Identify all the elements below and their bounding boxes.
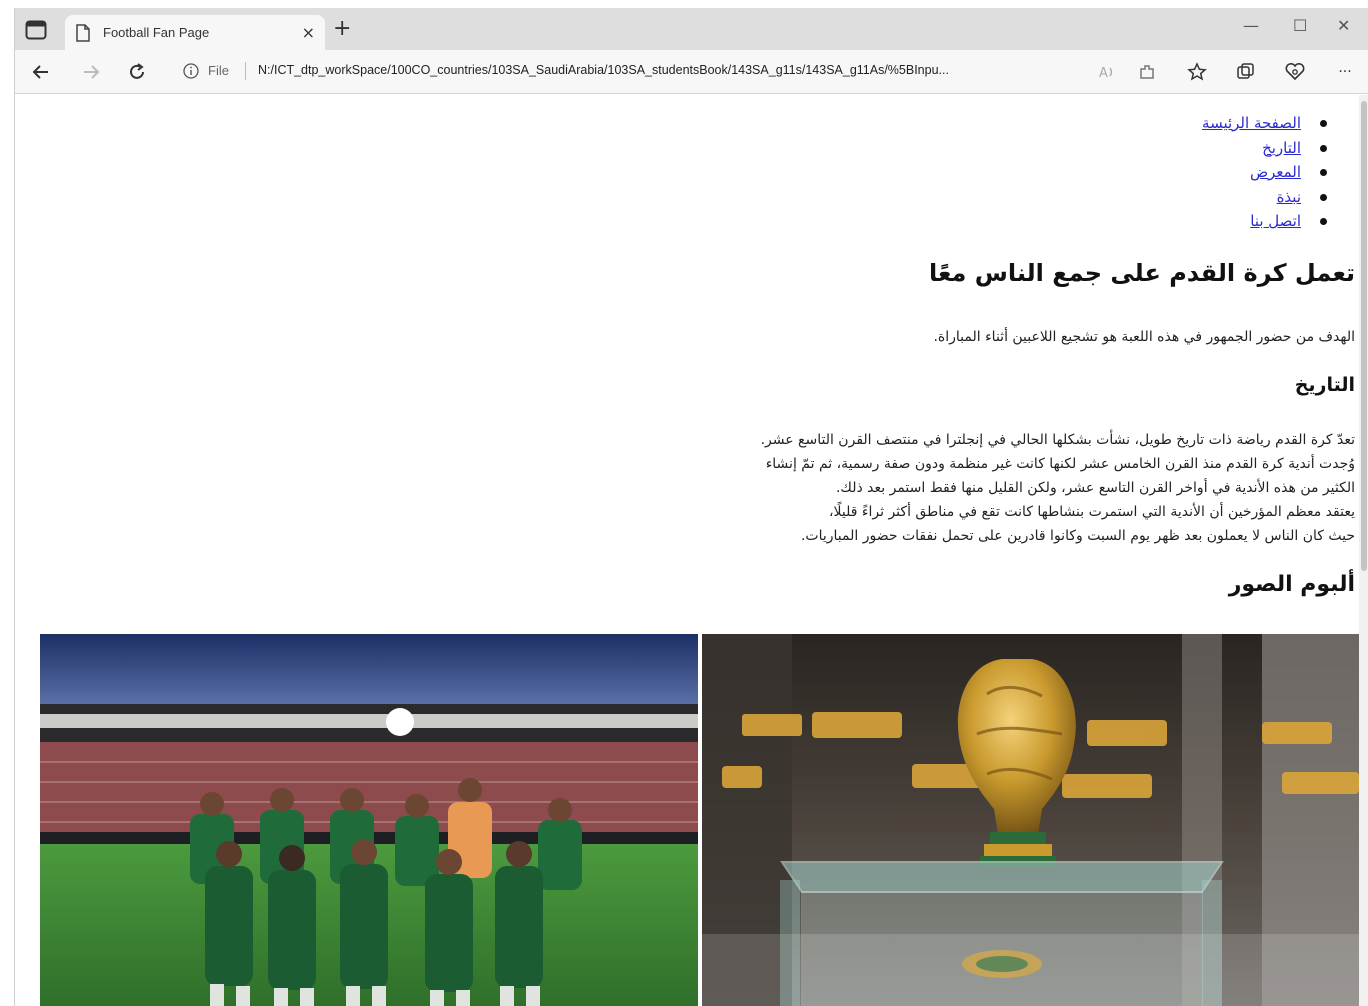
tab-title: Football Fan Page (103, 25, 210, 40)
browser-toolbar: File N:/ICT_dtp_workSpace/100CO_countrie… (15, 50, 1368, 94)
back-arrow-icon[interactable] (27, 58, 55, 86)
page-title: تعمل كرة القدم على جمع الناس معًا (928, 259, 1355, 287)
minimize-button[interactable]: — (1243, 16, 1259, 35)
team-photo (40, 634, 698, 1006)
address-bar[interactable]: N:/ICT_dtp_workSpace/100CO_countries/103… (258, 63, 1078, 77)
nav-link-contact[interactable]: اتصل بنا (1250, 212, 1301, 230)
album-heading: ألبوم الصور (1228, 572, 1355, 597)
info-icon[interactable] (183, 63, 199, 79)
nav-link-home[interactable]: الصفحة الرئيسة (1202, 114, 1301, 132)
history-line: حيث كان الناس لا يعملون بعد ظهر يوم السب… (800, 528, 1355, 544)
more-menu-button[interactable]: ··· (1331, 58, 1359, 86)
refresh-icon[interactable] (123, 58, 151, 86)
close-window-button[interactable]: ✕ (1337, 16, 1350, 35)
nav-item-gallery: المعرض (1202, 160, 1329, 185)
nav-link-history[interactable]: التاريخ (1262, 139, 1301, 157)
tab-football-fan-page[interactable]: Football Fan Page × (65, 15, 325, 50)
history-heading: التاريخ (1294, 374, 1355, 396)
intro-paragraph: الهدف من حضور الجمهور في هذه اللعبة هو ت… (933, 329, 1355, 345)
new-tab-button[interactable]: + (333, 18, 351, 40)
history-line: يعتقد معظم المؤرخين أن الأندية التي استم… (829, 504, 1355, 520)
maximize-button[interactable]: ☐ (1293, 16, 1307, 35)
read-aloud-icon[interactable]: A (1093, 58, 1121, 86)
trophy-photo (702, 634, 1359, 1006)
page-viewport: الصفحة الرئيسة التاريخ المعرض نبذة اتصل … (15, 95, 1359, 1006)
nav-item-home: الصفحة الرئيسة (1202, 111, 1329, 136)
nav-link-about[interactable]: نبذة (1277, 188, 1301, 206)
favorites-star-icon[interactable] (1183, 58, 1211, 86)
history-line: وُجدت أندية كرة القدم منذ القرن الخامس ع… (765, 456, 1355, 472)
extensions-icon[interactable] (1133, 58, 1161, 86)
vertical-scrollbar[interactable] (1359, 95, 1368, 1006)
page-icon (75, 24, 91, 42)
nav-item-history: التاريخ (1202, 136, 1329, 161)
browser-window: Football Fan Page × + — ☐ ✕ File N:/ICT_… (14, 8, 1368, 1006)
collections-icon[interactable] (1231, 58, 1259, 86)
sidebar-toggle-icon[interactable] (25, 20, 47, 40)
history-paragraph: تعدّ كرة القدم رياضة ذات تاريخ طويل، نشأ… (625, 428, 1355, 548)
svg-text:A: A (1099, 66, 1108, 81)
nav-link-gallery[interactable]: المعرض (1250, 163, 1301, 181)
file-scheme-label: File (208, 63, 229, 78)
scrollbar-thumb[interactable] (1361, 101, 1367, 571)
nav-item-contact: اتصل بنا (1202, 209, 1329, 234)
forward-arrow-icon[interactable] (77, 58, 105, 86)
tab-strip: Football Fan Page × + — ☐ ✕ (15, 8, 1368, 50)
nav-menu: الصفحة الرئيسة التاريخ المعرض نبذة اتصل … (1202, 111, 1329, 234)
address-separator (245, 62, 246, 80)
nav-item-about: نبذة (1202, 185, 1329, 210)
profile-heart-icon[interactable] (1281, 58, 1309, 86)
history-line: تعدّ كرة القدم رياضة ذات تاريخ طويل، نشأ… (760, 432, 1355, 448)
history-line: الكثير من هذه الأندية في أواخر القرن الت… (835, 480, 1355, 496)
more-menu-label: ··· (1338, 64, 1352, 80)
tab-close-icon[interactable]: × (302, 23, 315, 42)
